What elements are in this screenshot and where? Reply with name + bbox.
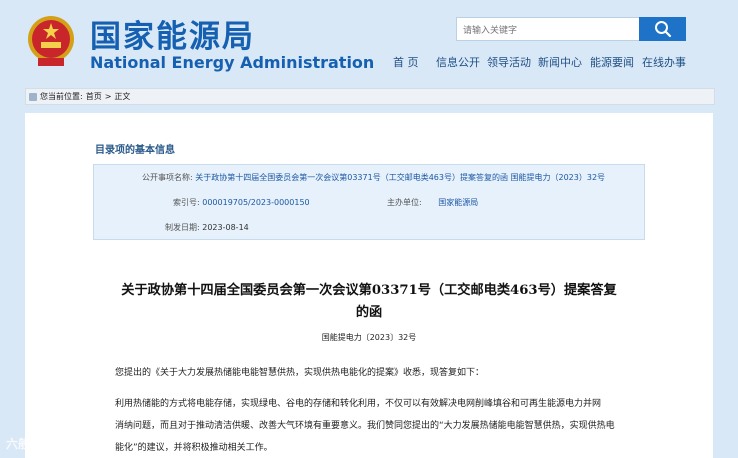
- nav-online-service[interactable]: 在线办事: [642, 54, 686, 70]
- search-icon: [654, 21, 671, 38]
- subject-label: 公开事项名称:: [142, 173, 193, 182]
- site-title-cn[interactable]: 国家能源局: [90, 11, 255, 56]
- nav-home[interactable]: 首 页: [393, 54, 419, 70]
- breadcrumb-prefix: 您当前位置:: [40, 92, 83, 101]
- site-header: 国家能源局 National Energy Administration 首 页…: [0, 0, 738, 82]
- nav-news-center[interactable]: 新闻中心: [538, 54, 582, 70]
- breadcrumb-home[interactable]: 首页: [86, 91, 102, 102]
- nav-info-public[interactable]: 信息公开: [436, 54, 480, 70]
- index-value: 000019705/2023-0000150: [202, 198, 310, 207]
- search-button[interactable]: [639, 17, 686, 41]
- issuer-row: 主办单位: 国家能源局: [387, 197, 478, 208]
- search-input[interactable]: [457, 21, 639, 41]
- breadcrumb-separator: >: [104, 92, 112, 101]
- watermark: 六般荡漾: [6, 437, 55, 451]
- main-nav: 首 页 信息公开 领导活动 新闻中心 能源要闻 在线办事: [0, 54, 738, 72]
- issuer-value: 国家能源局: [438, 198, 479, 207]
- date-row: 制发日期: 2023-08-14: [165, 222, 249, 233]
- subject-row: 公开事项名称: 关于政协第十四届全国委员会第一次会议第03371号（工交邮电类4…: [142, 172, 605, 183]
- index-label: 索引号:: [173, 198, 200, 207]
- article-paragraph-2-line2: 消纳问题，而且对于推动清洁供暖、改善大气环境有重要意义。我们赞同您提出的“大力发…: [115, 421, 615, 431]
- article-paragraph-1: 您提出的《关于大力发展热储能电能智慧供热，实现供热电能化的提案》收悉，现答复如下…: [115, 368, 485, 378]
- breadcrumb-current: 正文: [114, 92, 131, 101]
- article-title-line1: 关于政协第十四届全国委员会第一次会议第03371号（工交邮电类463号）提案答复: [121, 283, 617, 298]
- main-content: 目录项的基本信息 公开事项名称: 关于政协第十四届全国委员会第一次会议第0337…: [25, 113, 713, 458]
- directory-info-box: 公开事项名称: 关于政协第十四届全国委员会第一次会议第03371号（工交邮电类4…: [93, 164, 645, 240]
- nav-energy-news[interactable]: 能源要闻: [590, 54, 634, 70]
- document-number: 国能提电力〔2023〕32号: [321, 333, 417, 342]
- index-row: 索引号: 000019705/2023-0000150: [173, 197, 310, 208]
- article-paragraph-2-line3: 能化”的建议，并将积极推动相关工作。: [115, 443, 273, 453]
- subject-value: 关于政协第十四届全国委员会第一次会议第03371号（工交邮电类463号）提案答复…: [195, 173, 606, 182]
- article-paragraph-2-line1: 利用热储能的方式将电能存储，实现绿电、谷电的存储和转化利用，不仅可以有效解决电网…: [115, 399, 602, 409]
- date-label: 制发日期:: [165, 223, 200, 232]
- search-box: [456, 17, 640, 41]
- date-value: 2023-08-14: [202, 223, 249, 232]
- location-icon: [29, 92, 37, 101]
- nav-leader-activity[interactable]: 领导活动: [487, 54, 531, 70]
- article-title-line2: 的函: [355, 305, 383, 320]
- breadcrumb: 您当前位置: 首页 > 正文: [25, 88, 715, 105]
- directory-info-title: 目录项的基本信息: [95, 145, 175, 156]
- issuer-label: 主办单位:: [387, 198, 422, 207]
